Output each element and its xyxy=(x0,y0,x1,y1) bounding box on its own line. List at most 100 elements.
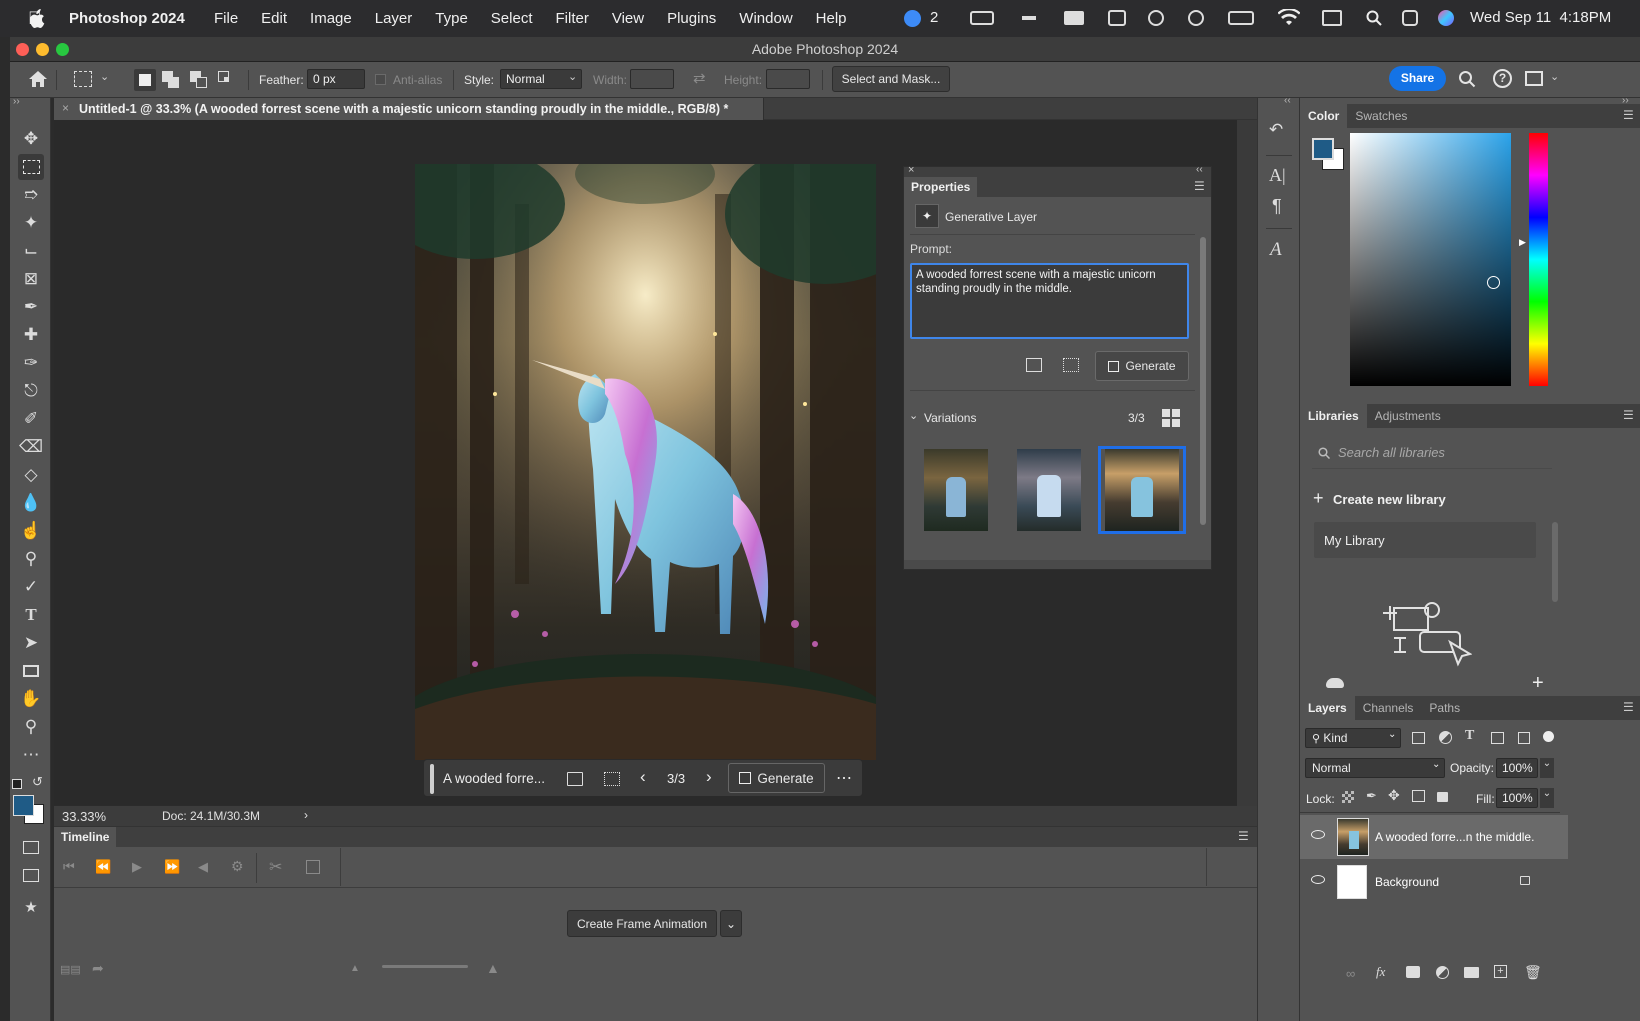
zoom-window-button[interactable] xyxy=(56,43,69,56)
new-layer-icon[interactable]: + xyxy=(1494,965,1507,978)
properties-generate-button[interactable]: Generate xyxy=(1095,351,1189,381)
eyedropper-tool-icon[interactable]: ✒ xyxy=(18,294,44,320)
link-layers-icon[interactable]: ∞ xyxy=(1346,966,1355,981)
panel-menu-icon[interactable]: ☰ xyxy=(1623,408,1634,422)
menu-select[interactable]: Select xyxy=(491,10,533,27)
type-tool-icon[interactable]: T xyxy=(18,602,44,628)
keyboard-icon[interactable] xyxy=(970,11,994,25)
render-icon[interactable]: ➦ xyxy=(92,960,104,977)
zoom-in-mountain-icon[interactable]: ▲ xyxy=(486,960,500,976)
generate-button[interactable]: Generate xyxy=(728,763,825,793)
filter-pixel-icon[interactable] xyxy=(1412,732,1425,744)
zoom-out-mountain-icon[interactable]: ▲ xyxy=(350,963,360,974)
fill-input[interactable]: 100% xyxy=(1496,788,1538,808)
filter-type-icon[interactable]: T xyxy=(1465,728,1474,744)
blur-tool-icon[interactable]: 💧 xyxy=(18,490,44,516)
prompt-summary[interactable]: A wooded forre... xyxy=(443,771,545,786)
battery-icon[interactable] xyxy=(1228,11,1254,25)
swatches-tab[interactable]: Swatches xyxy=(1347,104,1415,128)
collapse-icon[interactable]: ›› xyxy=(13,96,20,107)
magic-wand-tool-icon[interactable]: ✦ xyxy=(18,210,44,236)
rectangle-tool-icon[interactable] xyxy=(18,658,44,684)
app-menu[interactable]: Photoshop 2024 xyxy=(69,10,185,27)
previous-variation-icon[interactable]: ‹ xyxy=(640,767,646,787)
marquee-tool-preset-icon[interactable] xyxy=(74,71,92,87)
delete-layer-icon[interactable]: 🗑 xyxy=(1524,964,1542,981)
next-frame-icon[interactable]: ⏩ xyxy=(164,859,180,875)
previous-frame-icon[interactable]: ⏪ xyxy=(95,859,111,875)
chevron-down-icon[interactable]: ⌄ xyxy=(1540,758,1554,778)
properties-scrollbar[interactable] xyxy=(1200,237,1206,525)
frame-tool-icon[interactable]: ⊠ xyxy=(18,266,44,292)
status-menu-chevron-icon[interactable]: › xyxy=(304,808,308,822)
add-mask-icon[interactable] xyxy=(1406,966,1420,978)
path-selection-tool-icon[interactable]: ➤ xyxy=(18,630,44,656)
bar-icon[interactable] xyxy=(1022,16,1036,20)
grid-view-icon[interactable] xyxy=(1162,409,1180,427)
paint-bucket-tool-icon[interactable]: ◇ xyxy=(18,462,44,488)
more-tools-icon[interactable]: ⋯ xyxy=(18,742,44,768)
home-icon[interactable] xyxy=(28,70,48,88)
subtract-selection-icon[interactable] xyxy=(190,71,208,89)
add-selection-icon[interactable] xyxy=(162,71,180,89)
display-icon[interactable] xyxy=(1064,11,1084,25)
rectangular-marquee-tool-icon[interactable] xyxy=(18,154,44,180)
menu-image[interactable]: Image xyxy=(310,10,352,27)
control-center-icon[interactable] xyxy=(1402,10,1418,26)
chevron-down-icon[interactable]: ⌄ xyxy=(100,70,109,83)
minimize-window-button[interactable] xyxy=(36,43,49,56)
menu-edit[interactable]: Edit xyxy=(261,10,287,27)
adjustments-tab[interactable]: Adjustments xyxy=(1367,404,1449,428)
foreground-color-swatch[interactable] xyxy=(13,795,34,816)
libraries-tab[interactable]: Libraries xyxy=(1300,404,1367,428)
first-frame-icon[interactable]: ⏮ xyxy=(63,859,75,875)
create-new-library-button[interactable]: Create new library xyxy=(1333,492,1446,507)
screen-mode-icon[interactable] xyxy=(18,862,44,888)
default-colors-icon[interactable] xyxy=(12,779,22,789)
lock-transparent-icon[interactable] xyxy=(1342,791,1354,803)
drag-handle[interactable] xyxy=(430,764,434,794)
prompt-textarea[interactable]: A wooded forrest scene with a majestic u… xyxy=(910,263,1189,339)
anti-alias-checkbox[interactable] xyxy=(375,74,386,85)
play-icon[interactable]: ▶ xyxy=(132,859,142,875)
crop-tool-icon[interactable]: ⌙ xyxy=(18,238,44,264)
canvas-vertical-scrollbar[interactable] xyxy=(1237,120,1257,806)
reference-image-icon[interactable] xyxy=(567,772,583,786)
close-panel-icon[interactable]: × xyxy=(908,164,914,176)
chevron-down-icon[interactable]: ⌄ xyxy=(1550,70,1559,83)
select-and-mask-button[interactable]: Select and Mask... xyxy=(832,66,950,92)
timeline-tab[interactable]: Timeline xyxy=(54,827,117,847)
search-icon[interactable] xyxy=(1458,70,1476,88)
menu-view[interactable]: View xyxy=(612,10,644,27)
color-picker-cursor[interactable] xyxy=(1487,276,1500,289)
hand-tool-icon[interactable]: ✋ xyxy=(18,686,44,712)
resize-handle[interactable] xyxy=(904,560,1211,569)
menu-help[interactable]: Help xyxy=(816,10,847,27)
width-input[interactable] xyxy=(630,69,674,89)
filter-shape-icon[interactable] xyxy=(1491,732,1504,744)
menu-plugins[interactable]: Plugins xyxy=(667,10,716,27)
color-field-picker[interactable] xyxy=(1350,133,1511,386)
blend-mode-select[interactable]: Normal ⌄ xyxy=(1305,758,1445,778)
layer-filter-select[interactable]: ⚲ Kind ⌄ xyxy=(1305,728,1401,748)
layer-name[interactable]: Background xyxy=(1375,875,1439,889)
settings-icon[interactable]: ⚙ xyxy=(231,858,244,875)
menu-filter[interactable]: Filter xyxy=(556,10,589,27)
cloud-sync-icon[interactable] xyxy=(1326,678,1344,688)
style-effects-icon[interactable] xyxy=(1063,358,1079,372)
lock-artboard-icon[interactable] xyxy=(1412,790,1425,802)
panel-menu-icon[interactable]: ☰ xyxy=(1194,179,1205,193)
memory-icon[interactable] xyxy=(1322,10,1342,26)
style-effects-icon[interactable] xyxy=(604,772,620,786)
adjustment-layer-icon[interactable] xyxy=(1436,966,1449,979)
add-content-icon[interactable]: + xyxy=(1532,672,1544,695)
collapse-panel-icon[interactable]: ‹‹ xyxy=(1196,164,1203,175)
opacity-input[interactable]: 100% xyxy=(1496,758,1538,778)
libraries-scrollbar[interactable] xyxy=(1552,522,1558,602)
hue-slider-handle-icon[interactable]: ▶ xyxy=(1519,237,1526,248)
hue-slider[interactable] xyxy=(1529,133,1548,386)
dodge-tool-icon[interactable]: ⚲ xyxy=(18,546,44,572)
history-icon[interactable]: ↶ xyxy=(1269,120,1283,140)
lock-all-icon[interactable] xyxy=(1437,792,1448,802)
character-icon[interactable]: A| xyxy=(1269,165,1286,186)
